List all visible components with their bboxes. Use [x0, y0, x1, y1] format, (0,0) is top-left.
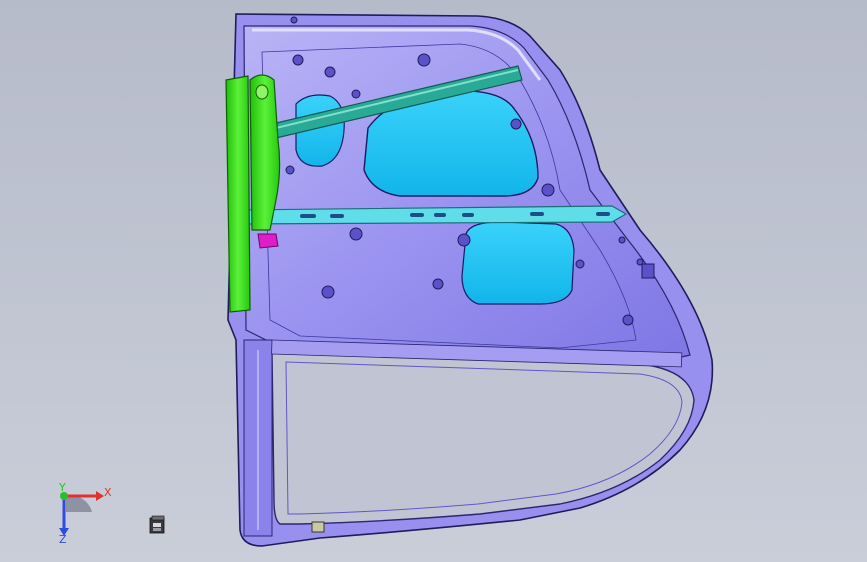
y-axis-label: Y — [58, 482, 66, 494]
hinge-reinforcement[interactable] — [225, 75, 251, 313]
triad-origin-shadow — [66, 495, 92, 512]
model-viewport[interactable] — [0, 0, 867, 562]
highlighted-clip[interactable] — [257, 233, 279, 249]
view-cube-icon[interactable] — [149, 515, 166, 535]
x-axis-arrowhead — [96, 491, 104, 501]
frame-clip — [311, 521, 325, 533]
hinge-bolt — [255, 84, 269, 100]
lower-access-hole[interactable] — [461, 221, 575, 305]
axis-triad: X Y Z — [58, 482, 112, 544]
z-axis-label: Z — [59, 533, 67, 544]
x-axis-label: X — [104, 486, 112, 499]
door-latch[interactable] — [641, 263, 655, 279]
top-pin — [290, 16, 298, 24]
